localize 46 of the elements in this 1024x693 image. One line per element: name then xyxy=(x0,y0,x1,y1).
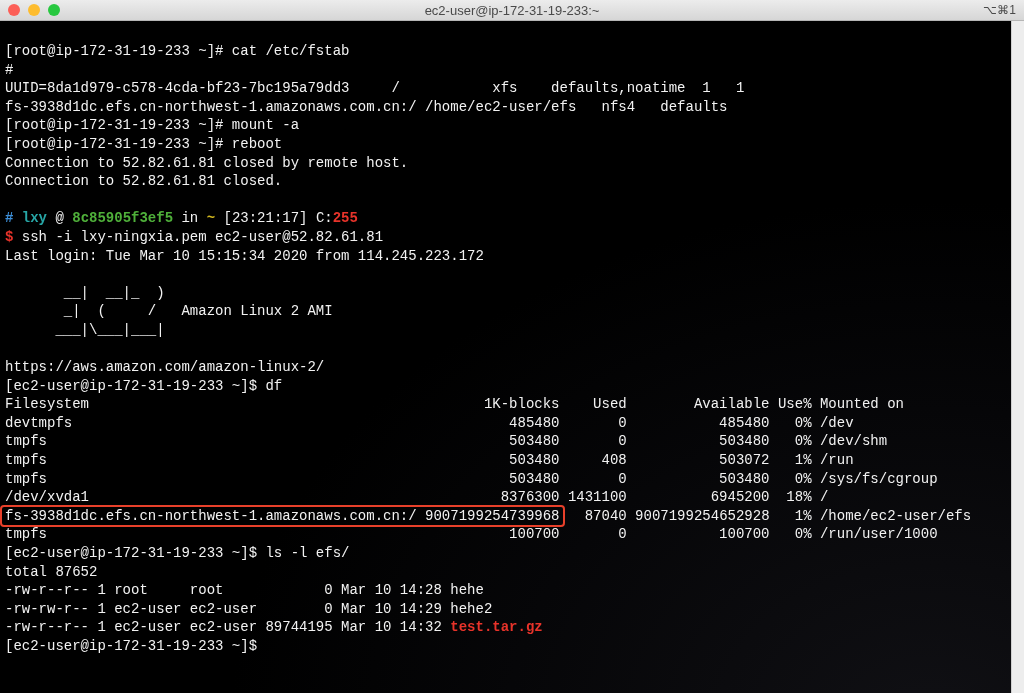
terminal-text: fs-3938d1dc.efs.cn-northwest-1.amazonaws.com.cn:/ /home/ec2-user/efs nfs4 defaults xyxy=(5,98,728,115)
terminal-text: https://aws.amazon.com/amazon-linux-2/ xyxy=(5,359,325,376)
terminal-text: devtmpfs 485480 0 485480 0% /dev xyxy=(5,414,854,431)
terminal-text: Last login: Tue Mar 10 15:15:34 2020 from 114.245.223.172 xyxy=(5,247,484,264)
terminal-text: test.tar.gz xyxy=(450,619,543,636)
terminal-text: 8c85905f3ef5 xyxy=(72,210,174,227)
terminal-text: ___|\___|___| xyxy=(54,321,165,338)
scroll-bar[interactable] xyxy=(1011,21,1024,693)
terminal-text: 87040 9007199254652928 1% /home/ec2-user/efs xyxy=(583,507,972,524)
close-button[interactable] xyxy=(8,4,20,16)
terminal-text: tmpfs 503480 408 503072 1% /run xyxy=(5,452,854,469)
keyboard-shortcut: ⌥⌘1 xyxy=(983,3,1016,17)
terminal-text: -rw-r--r-- 1 ec2-user ec2-user 89744195 Mar 10 14:32 xyxy=(5,619,443,636)
terminal-text: -rw-r--r-- 1 root root 0 Mar 10 14:28 hehe xyxy=(5,582,484,599)
terminal-text: ~ xyxy=(206,210,216,227)
terminal-text: __| __|_ ) xyxy=(62,284,165,301)
terminal-text: [root@ip-172-31-19-233 ~]# mount -a xyxy=(5,117,300,134)
terminal-text: [ec2-user@ip-172-31-19-233 ~]$ df xyxy=(5,377,283,394)
terminal-text: /dev/xvda1 8376300 1431100 6945200 18% / xyxy=(5,489,829,506)
terminal-text: UUID=8da1d979-c578-4cda-bf23-7bc195a79dd3 / xfs defaults,noatime 1 1 xyxy=(5,80,745,97)
terminal-text: [root@ip-172-31-19-233 ~]# cat /etc/fstab xyxy=(5,43,350,59)
terminal-text: 255 xyxy=(332,210,358,227)
terminal-text: [ec2-user@ip-172-31-19-233 ~]$ xyxy=(5,638,258,654)
terminal-text: lxy xyxy=(20,210,47,227)
terminal-text: Filesystem 1K-blocks Used Available Use% Mounted on xyxy=(5,396,904,413)
highlighted-text: fs-3938d1dc.efs.cn-northwest-1.amazonaws.com.cn:/ 9007199254739968 xyxy=(0,504,565,527)
terminal-text: tmpfs 100700 0 100700 0% /run/user/1000 xyxy=(5,526,938,543)
terminal-text: in xyxy=(180,210,200,227)
terminal-text: tmpfs 503480 0 503480 0% /dev/shm xyxy=(5,433,888,450)
terminal-text: _| ( / Amazon Linux 2 AMI xyxy=(62,303,333,320)
zoom-button[interactable] xyxy=(48,4,60,16)
terminal-text: tmpfs 503480 0 503480 0% /sys/fs/cgroup xyxy=(5,470,938,487)
terminal-text: -rw-rw-r-- 1 ec2-user ec2-user 0 Mar 10 14:29 hehe2 xyxy=(5,600,493,617)
terminal-text: @ xyxy=(54,210,65,227)
minimize-button[interactable] xyxy=(28,4,40,16)
terminal-text: total 87652 xyxy=(5,563,98,580)
terminal-text: [root@ip-172-31-19-233 ~]# reboot xyxy=(5,135,283,152)
terminal-text: Connection to 52.82.61.81 closed by remote host. xyxy=(5,154,409,171)
terminal-text: [23:21:17] C: xyxy=(222,210,333,227)
terminal-text: # xyxy=(5,61,14,78)
terminal-text: [ec2-user@ip-172-31-19-233 ~]$ ls -l efs/ xyxy=(5,545,350,562)
terminal-text: # xyxy=(5,210,14,227)
terminal-text: $ xyxy=(5,228,14,245)
terminal-text: Connection to 52.82.61.81 closed. xyxy=(5,173,283,190)
window-title: ec2-user@ip-172-31-19-233:~ xyxy=(424,2,600,18)
terminal-text: ssh -i lxy-ningxia.pem ec2-user@52.82.61.81 xyxy=(20,228,384,245)
